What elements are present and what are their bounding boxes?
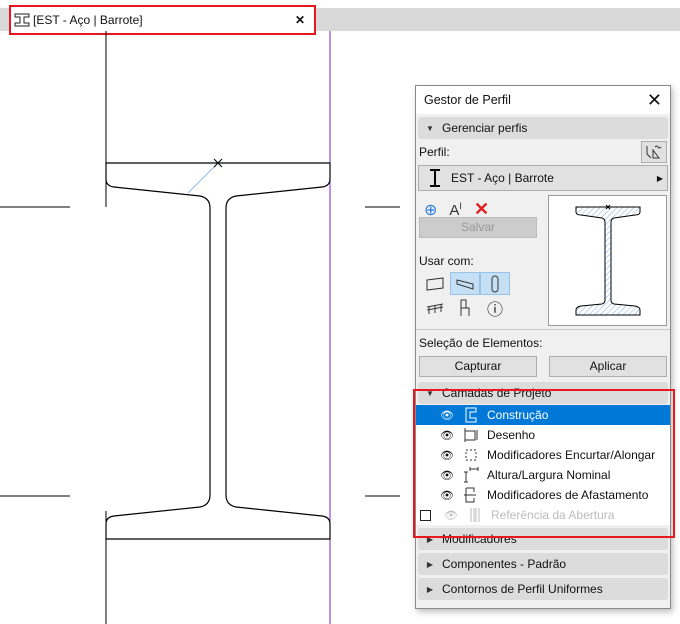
i-beam-icon [419,169,451,187]
triangle-right-icon: ▶ [426,559,434,569]
layer-item-opening-reference: 👁 Referência da Abertura [416,505,670,525]
eye-icon[interactable]: 👁 [438,469,456,482]
section-label: Contornos de Perfil Uniformes [442,582,603,596]
layer-item-nominal-size[interactable]: 👁 Altura/Largura Nominal [416,465,670,485]
section-label: Camadas de Projeto [442,386,552,400]
layer-item-stretch-modifiers[interactable]: 👁 Modificadores Encurtar/Alongar [416,445,670,465]
layer-label: Construção [487,408,549,422]
eye-icon[interactable]: 👁 [438,449,456,462]
layer-label: Referência da Abertura [491,508,615,522]
section-modifiers[interactable]: ▶ Modificadores [418,528,668,550]
close-tab-icon[interactable]: ✕ [295,13,305,27]
column-icon[interactable] [480,272,510,295]
profile-preview [548,195,667,326]
object-chair-icon[interactable] [450,297,480,319]
rename-icon[interactable]: AI [449,201,462,219]
element-selection-label: Seleção de Elementos: [419,336,543,350]
stretch-modifier-icon [462,448,480,462]
profile-settings-button[interactable] [641,141,667,163]
section-uniform-profile-contours[interactable]: ▶ Contornos de Perfil Uniformes [418,578,668,600]
section-label: Componentes - Padrão [442,557,567,571]
wall-icon[interactable] [420,272,450,295]
triangle-down-icon: ▼ [426,123,434,133]
section-manage-profiles[interactable]: ▼ Gerenciar perfis [418,117,668,139]
apply-button[interactable]: Aplicar [549,356,667,377]
section-label: Gerenciar perfis [442,121,528,135]
close-icon[interactable]: ✕ [647,90,662,111]
info-icon[interactable]: ⓘ [480,297,510,319]
layer-checkbox[interactable] [420,509,431,521]
nominal-size-icon [462,467,480,483]
profile-select[interactable]: EST - Aço | Barrote ▶ [418,165,668,191]
i-beam-icon [14,13,30,27]
tab-title: [EST - Aço | Barrote] [33,13,143,27]
submenu-arrow-icon: ▶ [656,173,663,183]
i-beam-profile [105,162,331,540]
eye-icon: 👁 [444,509,458,522]
save-button[interactable]: Salvar [419,217,537,238]
profile-label: Perfil: [419,145,450,159]
beam-icon[interactable] [450,272,480,295]
triangle-right-icon: ▶ [426,584,434,594]
triangle-right-icon: ▶ [426,534,434,544]
eye-icon[interactable]: 👁 [438,489,456,502]
offset-modifier-icon [462,487,480,503]
section-project-layers[interactable]: ▼ Camadas de Projeto [418,382,668,404]
layers-list: 👁 Construção 👁 Desenho 👁 Modificadores Encu… [416,405,670,525]
layer-label: Modificadores de Afastamento [487,488,649,502]
layer-label: Altura/Largura Nominal [487,468,611,482]
construction-layer-icon [462,407,480,423]
triangle-down-icon: ▼ [426,388,434,398]
profile-value: EST - Aço | Barrote [451,171,554,185]
use-with-label: Usar com: [419,254,474,268]
profile-manager-panel: Gestor de Perfil ✕ ▼ Gerenciar perfis Perf… [413,85,675,609]
section-label: Modificadores [442,532,517,546]
drawing-layer-icon [462,427,480,443]
layer-item-construction[interactable]: 👁 Construção [416,405,670,425]
layer-label: Modificadores Encurtar/Alongar [487,448,656,462]
layer-item-drawing[interactable]: 👁 Desenho [416,425,670,445]
eye-icon[interactable]: 👁 [438,409,456,422]
section-default-components[interactable]: ▶ Componentes - Padrão [418,553,668,575]
opening-reference-icon [466,507,484,523]
panel-title: Gestor de Perfil [424,93,511,107]
layer-label: Desenho [487,428,536,442]
layer-item-offset-modifiers[interactable]: 👁 Modificadores de Afastamento [416,485,670,505]
railing-icon[interactable] [420,297,450,319]
eye-icon[interactable]: 👁 [438,429,456,442]
capture-button[interactable]: Capturar [419,356,537,377]
